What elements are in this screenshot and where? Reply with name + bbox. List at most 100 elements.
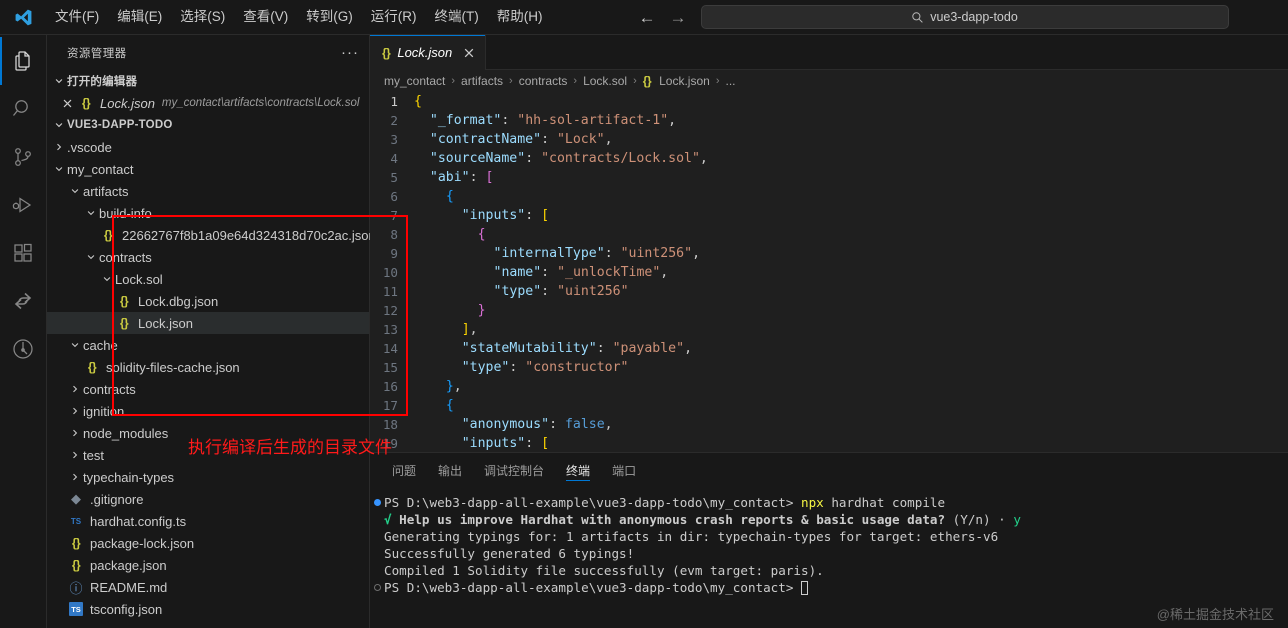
code-text: "type": "constructor" [461,360,629,375]
tree-item-package-json[interactable]: {} package.json [47,554,369,576]
breadcrumb-item[interactable]: Lock.json [659,74,710,88]
terminal-line: PS D:\web3-dapp-all-example\vue3-dapp-to… [370,494,1288,511]
tree-item-hardhat-config-ts[interactable]: TS hardhat.config.ts [47,510,369,532]
close-icon[interactable] [57,98,77,109]
command-center[interactable]: vue3-dapp-todo [700,5,1229,29]
chevron-down-icon [99,268,115,290]
menu-bar: 文件(F) 编辑(E) 选择(S) 查看(V) 转到(G) 运行(R) 终端(T… [46,0,552,35]
line-number: 6 [390,189,398,204]
panel-tab-问题[interactable]: 问题 [384,453,424,488]
line-number: 11 [382,284,398,299]
menu-file[interactable]: 文件(F) [46,5,108,29]
chevron-right-icon [67,444,83,466]
tree-item-lock-json[interactable]: {} Lock.json [47,312,369,334]
terminal-line: PS D:\web3-dapp-all-example\vue3-dapp-to… [370,579,1288,596]
tree-item-contracts[interactable]: contracts [47,246,369,268]
open-editor-item-lock-json[interactable]: {} Lock.json my_contact\artifacts\contra… [47,92,369,114]
terminal-line: Successfully generated 6 typings! [370,545,1288,562]
json-icon: {} [382,45,391,60]
panel-tab-输出[interactable]: 输出 [430,453,470,488]
code-line: 6 { [370,187,1288,206]
tree-item-my-contact[interactable]: my_contact [47,158,369,180]
code-text: }, [445,379,462,394]
workspace-section[interactable]: VUE3-DAPP-TODO [47,114,369,136]
terminal-text: Compiled 1 Solidity file successfully (e… [384,563,824,578]
tree-item-lock-dbg-json[interactable]: {} Lock.dbg.json [47,290,369,312]
tree-item-lock-sol[interactable]: Lock.sol [47,268,369,290]
code-line: 15 "type": "constructor" [370,358,1288,377]
terminal-prompt: PS D:\web3-dapp-all-example\vue3-dapp-to… [384,580,802,595]
tree-item-typechain-types[interactable]: typechain-types [47,466,369,488]
chevron-down-icon [51,158,67,180]
tree-item-22662767f8b1a09e64d324318d70c2ac-json[interactable]: {} 22662767f8b1a09e64d324318d70c2ac.json [47,224,376,246]
open-editors-section[interactable]: 打开的编辑器 [47,70,369,92]
tree-item-label: my_contact [67,161,134,177]
extensions-icon[interactable] [0,229,47,277]
tab-lock-json[interactable]: {} Lock.json [370,35,487,70]
tree-item-label: README.md [90,579,168,595]
tree-item-label: package-lock.json [90,535,195,551]
tree-item-solidity-files-cache-json[interactable]: {} solidity-files-cache.json [47,356,369,378]
code-line: 16 }, [370,377,1288,396]
tree-item-tsconfig-json[interactable]: TS tsconfig.json [47,598,369,620]
panel-tab-调试控制台[interactable]: 调试控制台 [476,453,552,488]
terminal-output[interactable]: PS D:\web3-dapp-all-example\vue3-dapp-to… [370,488,1288,628]
breadcrumb-item[interactable]: Lock.sol [583,74,627,88]
code-line: 14 "stateMutability": "payable", [370,339,1288,358]
remote-explorer-icon[interactable] [0,277,47,325]
tree-item-contracts[interactable]: contracts [47,378,369,400]
chevron-right-icon [51,136,67,158]
breadcrumb-item[interactable]: my_contact [384,74,445,88]
chevron-down-icon [51,70,67,92]
navigate-forward-icon[interactable]: → [670,9,687,26]
git-icon: ◆ [71,491,81,506]
tree-item--vscode[interactable]: .vscode [47,136,369,158]
chevron-right-icon [67,466,83,488]
breadcrumb-item[interactable]: artifacts [461,74,503,88]
tree-item-readme-md[interactable]: ⓘ README.md [47,576,369,598]
menu-go[interactable]: 转到(G) [297,5,362,29]
explorer-icon[interactable] [0,37,47,85]
explorer-header: 资源管理器 ··· [47,35,369,70]
menu-help[interactable]: 帮助(H) [488,5,552,29]
menu-selection[interactable]: 选择(S) [171,5,234,29]
line-number: 15 [382,360,398,375]
run-and-debug-icon[interactable] [0,181,47,229]
tree-item-label: typechain-types [83,469,175,485]
breadcrumb-item[interactable]: ... [726,74,736,88]
line-number: 18 [382,417,398,432]
menu-terminal[interactable]: 终端(T) [426,5,488,29]
menu-run[interactable]: 运行(R) [362,5,426,29]
breadcrumb-item[interactable]: contracts [519,74,568,88]
line-number: 9 [390,246,398,261]
tree-item--gitignore[interactable]: ◆ .gitignore [47,488,369,510]
search-icon[interactable] [0,85,47,133]
menu-view[interactable]: 查看(V) [234,5,297,29]
navigate-back-icon[interactable]: ← [639,9,656,26]
markdown-icon: ⓘ [69,580,83,596]
code-text: "anonymous": false, [461,417,613,432]
tree-item-build-info[interactable]: build-info [47,202,369,224]
testing-icon[interactable] [0,325,47,373]
close-icon[interactable] [459,47,475,59]
tree-item-artifacts[interactable]: artifacts [47,180,369,202]
tree-item-label: tsconfig.json [90,601,163,617]
tree-item-package-lock-json[interactable]: {} package-lock.json [47,532,369,554]
code-text: "inputs": [ [461,436,550,451]
menu-edit[interactable]: 编辑(E) [108,5,171,29]
code-editor[interactable]: 1{2 "_format": "hh-sol-artifact-1", 3 "co… [370,92,1288,452]
source-control-icon[interactable] [0,133,47,181]
tree-item-test[interactable]: test [47,444,369,466]
command-status-icon [374,584,381,591]
terminal-cursor [801,580,809,595]
tree-item-cache[interactable]: cache [47,334,369,356]
tree-item-ignition[interactable]: ignition [47,400,369,422]
more-actions-icon[interactable]: ··· [341,45,359,60]
breadcrumb: my_contact › artifacts › contracts › Lock.sol ›… [370,70,1288,92]
tree-item-node-modules[interactable]: node_modules [47,422,369,444]
json-icon: {} [119,294,129,308]
panel-tab-终端[interactable]: 终端 [558,453,598,488]
tree-item-label: solidity-files-cache.json [106,359,240,375]
panel-tab-端口[interactable]: 端口 [604,453,644,488]
code-text: "contractName": "Lock", [429,132,613,147]
